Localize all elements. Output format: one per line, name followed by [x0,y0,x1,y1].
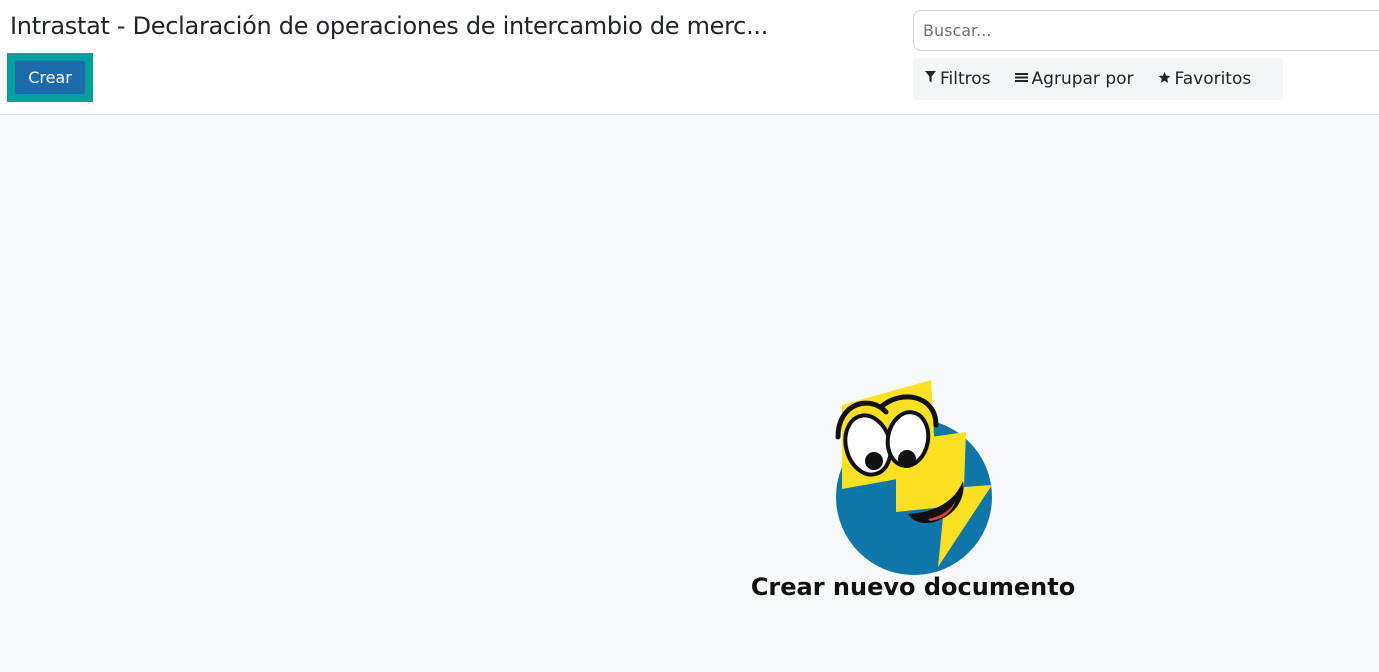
filters-button[interactable]: Filtros [925,69,991,89]
favorites-label: Favoritos [1174,69,1252,89]
search-options: Filtros Agrupar por Favoritos [913,58,1283,100]
group-by-label: Agrupar por [1031,69,1134,89]
empty-state [0,115,1379,672]
create-button-highlight: Crear [7,53,93,102]
smiling-bolt-mascot-icon [826,377,1001,581]
filters-label: Filtros [940,69,991,89]
search-input[interactable] [914,11,1379,50]
search-box [913,10,1379,51]
favorites-button[interactable]: Favoritos [1158,69,1252,89]
star-icon [1158,71,1171,88]
bars-icon [1014,72,1028,87]
group-by-button[interactable]: Agrupar por [1014,69,1134,89]
filter-icon [925,71,936,87]
empty-state-title: Crear nuevo documento [750,573,1076,601]
create-button[interactable]: Crear [15,61,85,94]
control-panel: Intrastat - Declaración de operaciones d… [0,0,1379,115]
page-title: Intrastat - Declaración de operaciones d… [10,12,769,40]
